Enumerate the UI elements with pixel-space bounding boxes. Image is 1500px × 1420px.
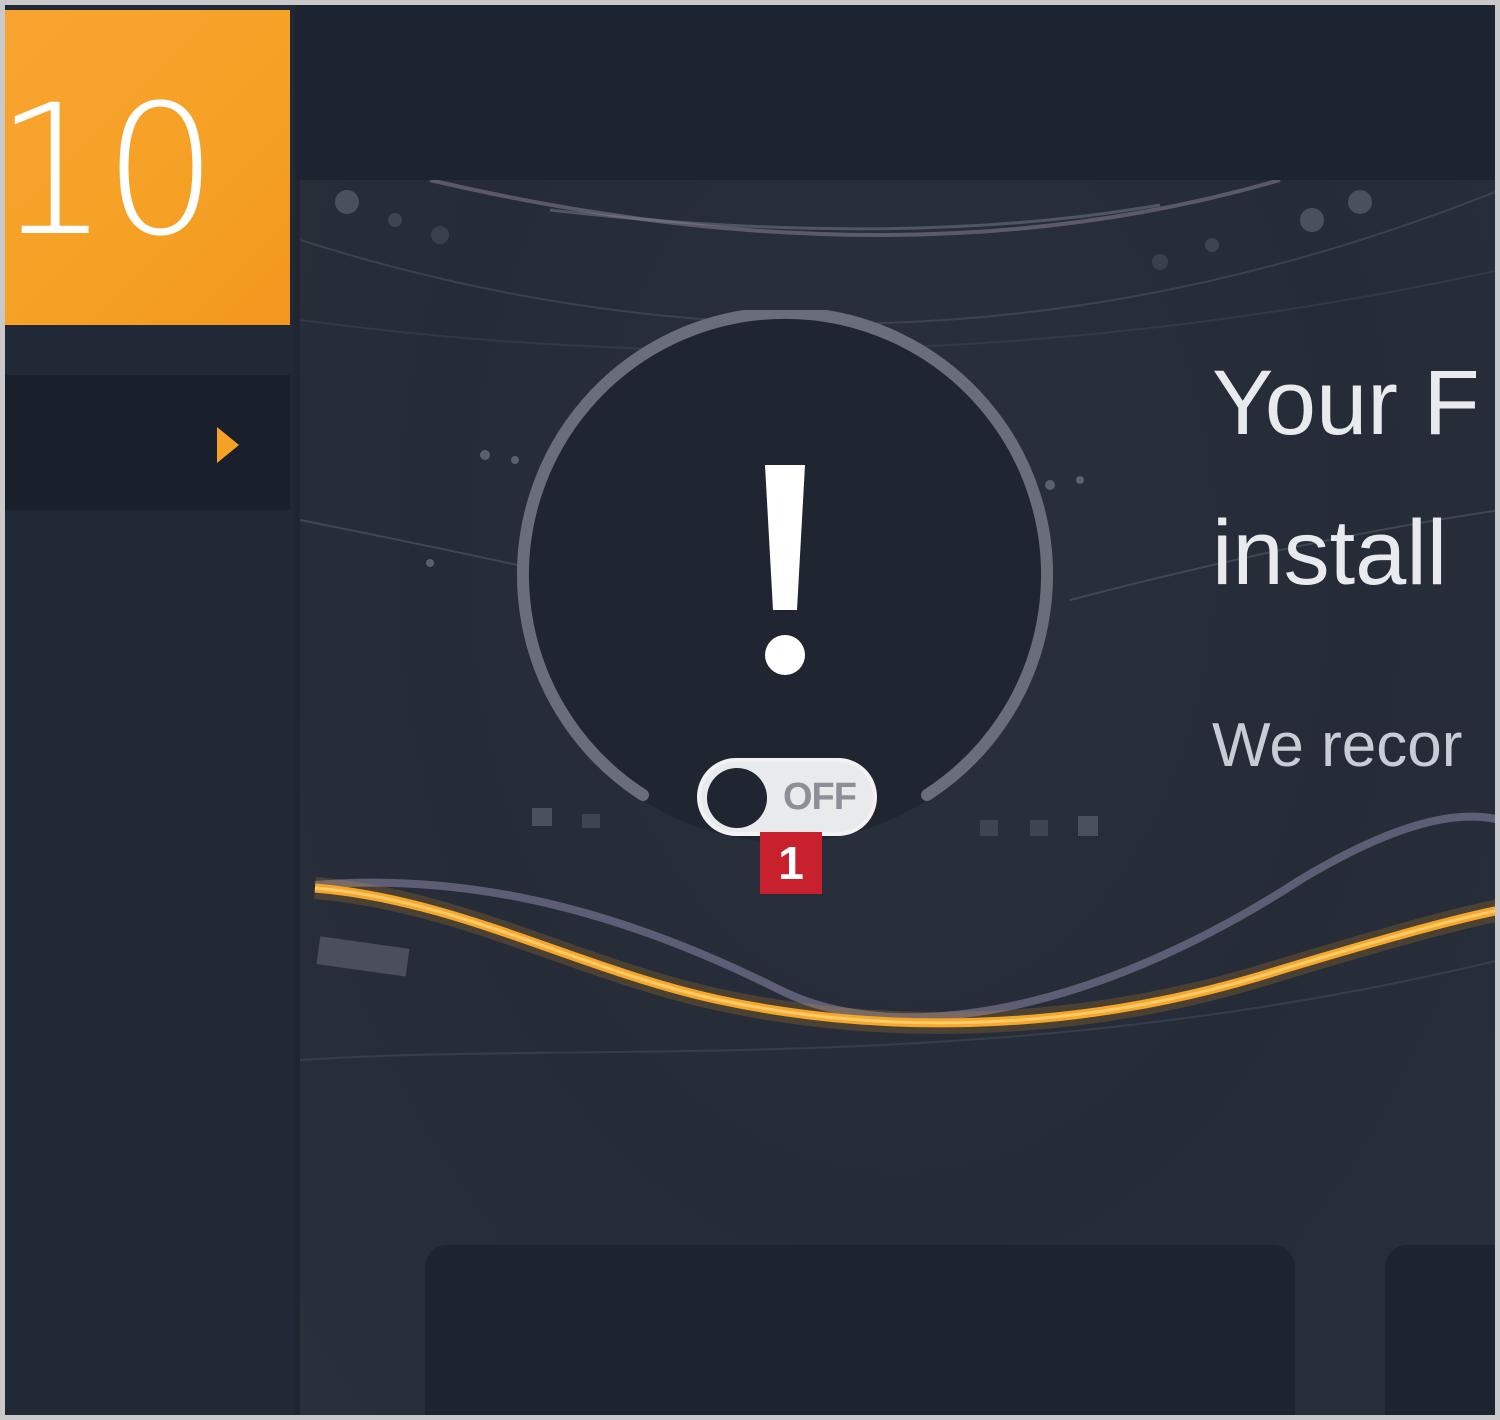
exclamation-icon bbox=[765, 465, 805, 675]
hero-headline-line-1: Your F bbox=[1212, 352, 1480, 454]
hero-headline: Your F install bbox=[1212, 328, 1480, 628]
chevron-right-icon[interactable] bbox=[217, 427, 239, 463]
version-label: 10 bbox=[5, 67, 218, 276]
sidebar: 10 bbox=[5, 5, 295, 1415]
status-toggle[interactable]: OFF bbox=[697, 758, 877, 836]
hero-headline-line-2: install bbox=[1212, 502, 1448, 604]
toggle-knob[interactable] bbox=[707, 768, 767, 828]
annotation-marker: 1 bbox=[760, 832, 822, 894]
feature-card[interactable] bbox=[425, 1245, 1295, 1415]
hero-subline: We recor bbox=[1212, 711, 1463, 780]
version-badge: 10 bbox=[5, 10, 290, 325]
feature-card[interactable] bbox=[1385, 1245, 1495, 1415]
app-window: 10 OFF 1 Your F install We recor bbox=[0, 0, 1500, 1420]
hero-panel: OFF 1 Your F install We recor bbox=[300, 180, 1495, 1415]
toggle-state-label: OFF bbox=[783, 776, 857, 818]
sidebar-item-selected[interactable] bbox=[5, 375, 290, 510]
